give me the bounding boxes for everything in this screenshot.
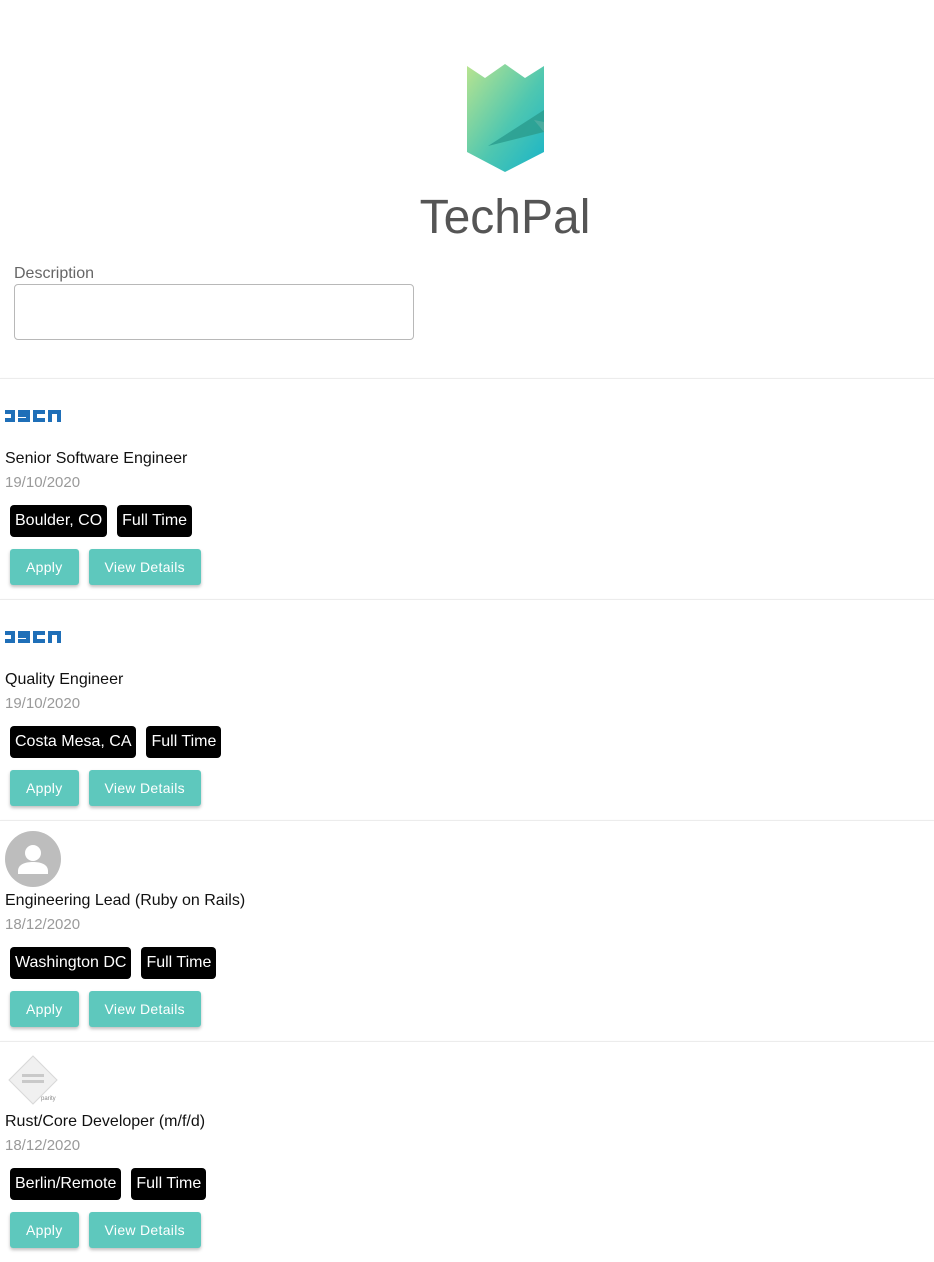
- job-type-tag: Full Time: [141, 947, 217, 979]
- job-actions: Apply View Details: [10, 1212, 201, 1248]
- company-logo-icon: [5, 631, 61, 643]
- view-details-button[interactable]: View Details: [88, 770, 201, 806]
- job-title: Quality Engineer: [5, 671, 124, 688]
- job-card: Quality Engineer 19/10/2020 Costa Mesa, …: [0, 599, 934, 820]
- job-date: 19/10/2020: [5, 474, 81, 491]
- description-input[interactable]: [14, 284, 414, 340]
- apply-button[interactable]: Apply: [10, 770, 79, 806]
- job-tags: Boulder, CO Full Time: [10, 505, 193, 537]
- location-tag: Costa Mesa, CA: [10, 726, 137, 758]
- job-date: 19/10/2020: [5, 695, 81, 712]
- job-tags: Berlin/Remote Full Time: [10, 1168, 207, 1200]
- job-date: 18/12/2020: [5, 1137, 81, 1154]
- job-actions: Apply View Details: [10, 991, 201, 1027]
- job-type-tag: Full Time: [146, 726, 222, 758]
- job-tags: Washington DC Full Time: [10, 947, 217, 979]
- apply-button[interactable]: Apply: [10, 991, 79, 1027]
- avatar-placeholder-icon: [5, 831, 61, 887]
- apply-button[interactable]: Apply: [10, 549, 79, 585]
- job-actions: Apply View Details: [10, 549, 201, 585]
- techpal-logo: [467, 64, 544, 172]
- svg-text:parity: parity: [41, 1096, 56, 1102]
- job-type-tag: Full Time: [117, 505, 193, 537]
- description-label: Description: [14, 265, 95, 282]
- app-header: TechPal Description: [0, 0, 934, 340]
- job-title: Rust/Core Developer (m/f/d): [5, 1113, 206, 1130]
- description-search: Description: [14, 264, 414, 340]
- job-actions: Apply View Details: [10, 770, 201, 806]
- location-tag: Washington DC: [10, 947, 132, 979]
- job-card: Engineering Lead (Ruby on Rails) 18/12/2…: [0, 820, 934, 1041]
- job-title: Engineering Lead (Ruby on Rails): [5, 892, 246, 909]
- job-list: Senior Software Engineer 19/10/2020 Boul…: [0, 378, 934, 1262]
- app-title: TechPal: [419, 191, 591, 244]
- job-date: 18/12/2020: [5, 916, 81, 933]
- company-logo-icon: [5, 410, 61, 422]
- job-tags: Costa Mesa, CA Full Time: [10, 726, 222, 758]
- job-type-tag: Full Time: [131, 1168, 207, 1200]
- job-title: Senior Software Engineer: [5, 450, 188, 467]
- view-details-button[interactable]: View Details: [88, 549, 201, 585]
- view-details-button[interactable]: View Details: [88, 1212, 201, 1248]
- job-card: Senior Software Engineer 19/10/2020 Boul…: [0, 378, 934, 599]
- company-logo-icon: parity: [8, 1055, 58, 1105]
- location-tag: Berlin/Remote: [10, 1168, 122, 1200]
- location-tag: Boulder, CO: [10, 505, 108, 537]
- job-card: parity Rust/Core Developer (m/f/d) 18/12…: [0, 1041, 934, 1262]
- view-details-button[interactable]: View Details: [88, 991, 201, 1027]
- apply-button[interactable]: Apply: [10, 1212, 79, 1248]
